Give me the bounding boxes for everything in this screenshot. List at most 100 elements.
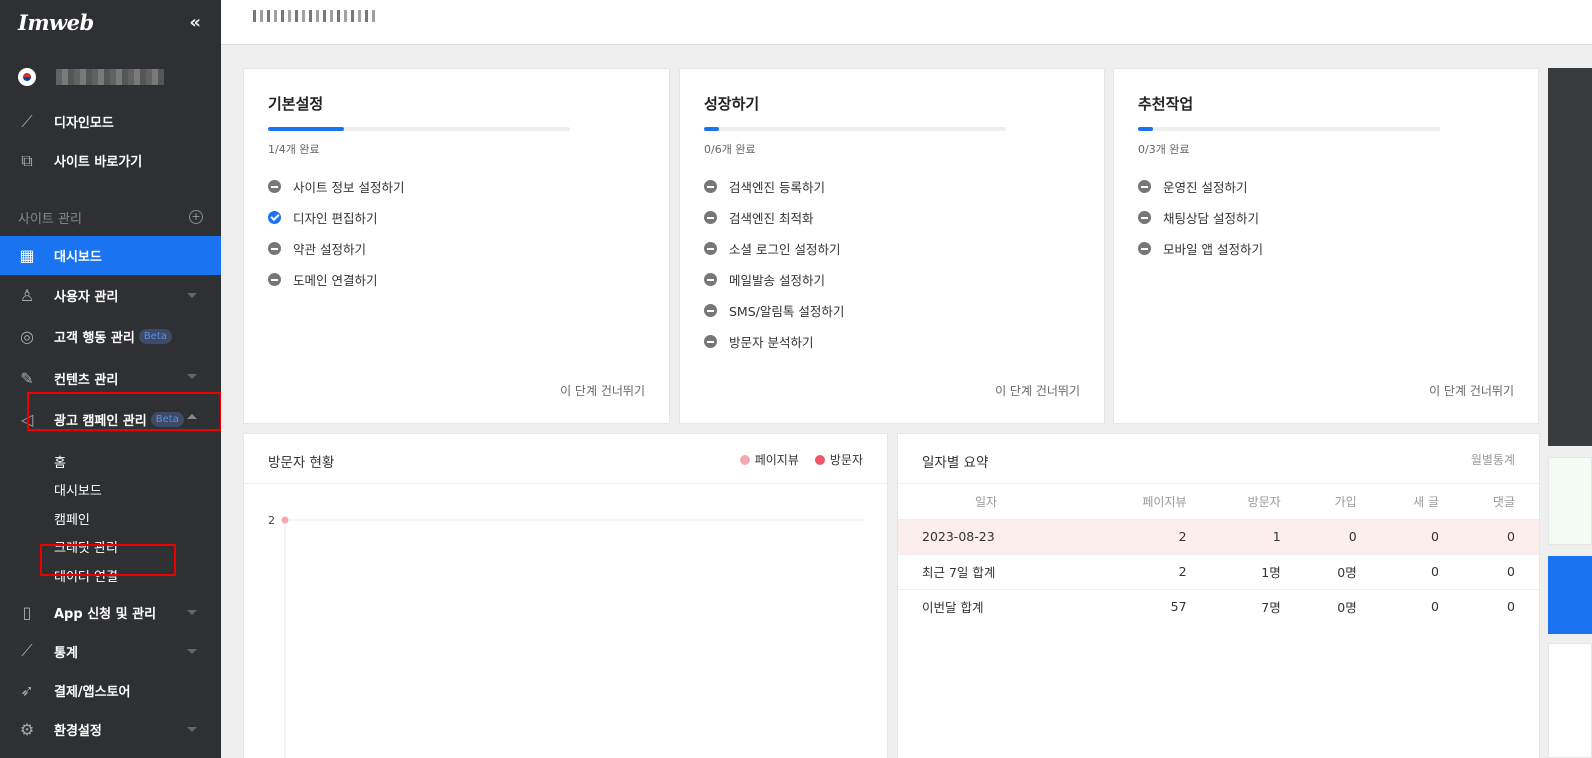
table-cell: 2 — [1098, 553, 1211, 589]
skip-step-link[interactable]: 이 단계 건너뛰기 — [1429, 382, 1514, 399]
task-label: 채팅상담 설정하기 — [1163, 211, 1259, 226]
menu-label: 대시보드 — [54, 250, 102, 265]
imweb-logo[interactable]: Imweb — [18, 10, 94, 35]
table-row: 이번달 합계 57 7명 0명 0 0 — [898, 588, 1539, 624]
add-site-icon[interactable]: + — [189, 210, 203, 224]
legend-visitor[interactable]: 방문자 — [814, 451, 863, 468]
task-label: 소셜 로그인 설정하기 — [729, 242, 841, 257]
legend-label: 페이지뷰 — [754, 453, 799, 467]
card-growth: 성장하기 0/6개 완료 검색엔진 등록하기 검색엔진 최적화 소셜 로그인 설정하… — [679, 68, 1105, 424]
task-label: 도메인 연결하기 — [293, 273, 378, 288]
chevron-down-icon — [187, 609, 197, 615]
task-label: 사이트 정보 설정하기 — [293, 180, 405, 195]
edit-icon: ✎ — [20, 368, 34, 388]
minus-circle-icon — [704, 211, 717, 224]
minus-circle-icon — [268, 273, 281, 286]
grid-icon: ▦ — [19, 246, 35, 265]
menu-label: 사용자 관리 — [54, 290, 119, 305]
progress-text: 1/4개 완료 — [268, 143, 320, 156]
minus-circle-icon — [268, 242, 281, 255]
minus-circle-icon — [704, 180, 717, 193]
chevron-down-icon — [187, 726, 197, 732]
daily-summary-panel: 일자별 요약 월별통계 일자 페이지뷰 방문자 가입 새 글 댓글 2023-0… — [897, 433, 1540, 758]
col-header: 방문자 — [1247, 494, 1281, 509]
task-item[interactable]: 메일발송 설정하기 — [704, 264, 844, 295]
task-item[interactable]: SMS/알림톡 설정하기 — [704, 295, 844, 326]
task-item[interactable]: 디자인 편집하기 — [268, 202, 404, 233]
table-cell: 0 — [1304, 518, 1381, 554]
table-cell: 이번달 합계 — [898, 588, 1099, 624]
progress-fill — [1138, 127, 1154, 131]
highlight-ad-campaign — [27, 392, 221, 431]
monthly-stats-link[interactable]: 월별통계 — [1471, 451, 1515, 468]
table-cell: 0 — [1462, 518, 1539, 554]
minus-circle-icon — [704, 242, 717, 255]
col-header: 가입 — [1334, 494, 1357, 509]
col-header: 새 글 — [1413, 494, 1439, 509]
table-cell: 1 — [1210, 518, 1305, 554]
menu-app-management[interactable]: ▯ App 신청 및 관리 — [0, 593, 221, 632]
card-title: 성장하기 — [704, 95, 760, 113]
submenu-campaign[interactable]: 캠페인 — [0, 504, 221, 533]
menu-label: 통계 — [54, 645, 78, 661]
external-link-icon: ⧉ — [21, 150, 33, 170]
menu-label: App 신청 및 관리 — [54, 606, 157, 622]
menu-customer-behavior[interactable]: ◎ 고객 행동 관리 Beta — [0, 315, 221, 357]
task-item[interactable]: 모바일 앱 설정하기 — [1138, 233, 1263, 264]
legend-pageview[interactable]: 페이지뷰 — [739, 451, 799, 468]
submenu-home[interactable]: 홈 — [0, 447, 221, 476]
skip-step-link[interactable]: 이 단계 건너뛰기 — [995, 382, 1080, 399]
task-item[interactable]: 검색엔진 최적화 — [704, 202, 844, 233]
minus-circle-icon — [704, 273, 717, 286]
menu-user-management[interactable]: ♙ 사용자 관리 — [0, 276, 221, 315]
collapse-sidebar-icon[interactable]: « — [189, 12, 201, 33]
menu-site-shortcut[interactable]: ⧉ 사이트 바로가기 — [0, 141, 221, 180]
menu-statistics[interactable]: ⟋ 통계 — [0, 632, 221, 671]
task-item[interactable]: 검색엔진 등록하기 — [704, 171, 844, 202]
card-title: 추천작업 — [1138, 95, 1194, 113]
task-item[interactable]: 운영진 설정하기 — [1138, 171, 1263, 202]
site-selector[interactable] — [0, 44, 221, 110]
logo-row: Imweb « — [0, 0, 221, 44]
task-item[interactable]: 방문자 분석하기 — [704, 326, 844, 357]
data-point-pageview — [281, 516, 289, 524]
skip-step-link[interactable]: 이 단계 건너뛰기 — [560, 382, 645, 399]
side-widget-white[interactable] — [1548, 643, 1592, 758]
task-item[interactable]: 약관 설정하기 — [268, 233, 404, 264]
submenu-dashboard[interactable]: 대시보드 — [0, 476, 221, 505]
table-cell: 0 — [1380, 588, 1463, 624]
menu-design-mode[interactable]: ⟋ 디자인모드 — [0, 102, 221, 141]
menu-label: 컨텐츠 관리 — [54, 372, 119, 388]
side-widget-green[interactable] — [1548, 457, 1592, 545]
progress-fill — [704, 127, 720, 131]
progress-bar — [268, 127, 570, 131]
chart-icon: ⟋ — [21, 641, 33, 660]
legend-swatch — [739, 454, 750, 465]
progress-fill — [268, 127, 344, 131]
task-label: 운영진 설정하기 — [1163, 180, 1248, 195]
table-cell: 7명 — [1210, 588, 1305, 624]
table-cell: 0 — [1462, 553, 1539, 589]
menu-label: 결제/앱스토어 — [54, 684, 131, 700]
page-title-redacted — [253, 10, 375, 22]
task-item[interactable]: 도메인 연결하기 — [268, 264, 404, 295]
task-item[interactable]: 사이트 정보 설정하기 — [268, 171, 404, 202]
check-circle-icon — [268, 211, 281, 224]
minus-circle-icon — [704, 304, 717, 317]
minus-circle-icon — [1138, 211, 1151, 224]
col-header: 댓글 — [1492, 494, 1515, 509]
menu-settings[interactable]: ⚙ 환경설정 — [0, 710, 221, 749]
menu-dashboard[interactable]: ▦ 대시보드 — [0, 236, 221, 275]
menu-payment-appstore[interactable]: ➶ 결제/앱스토어 — [0, 671, 221, 710]
task-item[interactable]: 소셜 로그인 설정하기 — [704, 233, 844, 264]
side-widget-dark[interactable] — [1548, 68, 1592, 446]
visitors-chart: 2 — [268, 514, 864, 758]
task-label: 검색엔진 등록하기 — [729, 180, 825, 195]
panel-title: 일자별 요약 — [922, 455, 989, 471]
progress-bar — [704, 127, 1006, 131]
y-tick-label: 2 — [268, 514, 275, 527]
task-item[interactable]: 채팅상담 설정하기 — [1138, 202, 1263, 233]
side-widget-blue[interactable] — [1548, 556, 1592, 634]
site-name-redacted — [56, 69, 164, 85]
table-row: 최근 7일 합계 2 1명 0명 0 0 — [898, 553, 1539, 589]
